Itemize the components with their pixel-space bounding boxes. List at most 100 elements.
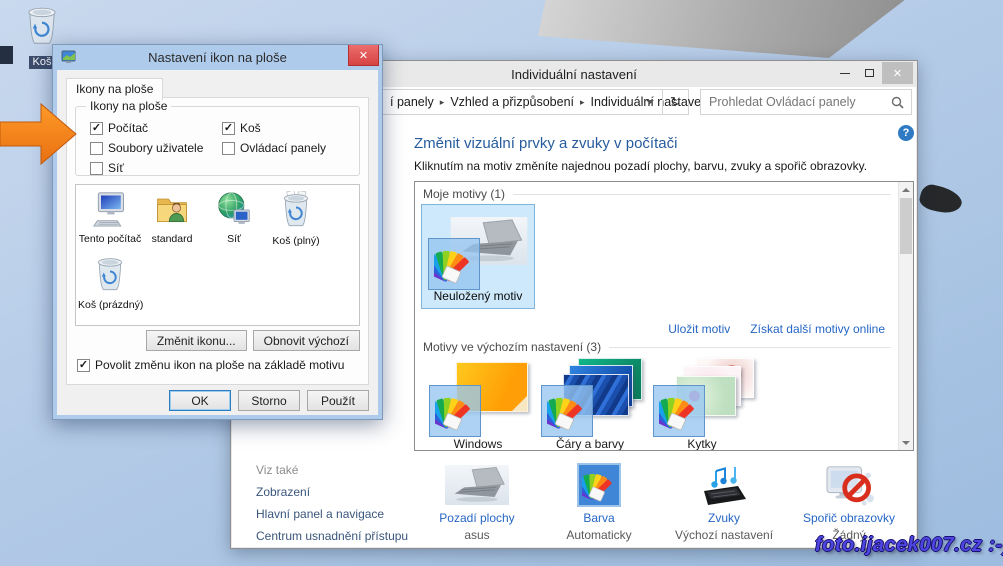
screensaver-label: Spořič obrazovky xyxy=(787,511,911,525)
tab-page: Ikony na ploše ✓ Počítač ✓ Koš Soubory u… xyxy=(66,97,369,385)
network-icon xyxy=(216,191,252,227)
breadcrumb-dropdown-button[interactable] xyxy=(639,90,661,114)
checkbox-computer[interactable]: ✓ Počítač xyxy=(90,121,148,135)
desktop-icons-group: Ikony na ploše ✓ Počítač ✓ Koš Soubory u… xyxy=(75,106,360,176)
desktop-background-label: Pozadí plochy xyxy=(415,511,539,525)
icon-item-bin-empty[interactable]: Koš (prázdný) xyxy=(78,255,142,311)
desktop-icon-settings-dialog: Nastavení ikon na ploše ✕ Ikony na ploše… xyxy=(52,44,383,420)
desktop-background-item[interactable]: Pozadí plochy asus xyxy=(415,461,539,542)
checkbox-user-files[interactable]: Soubory uživatele xyxy=(90,141,203,155)
icon-preview-list: Tento počítač standard Síť Koš (plný) xyxy=(75,184,360,326)
checkbox-mark: ✓ xyxy=(90,122,103,135)
theme-fan-icon xyxy=(429,385,481,437)
chevron-down-icon xyxy=(646,100,654,104)
screensaver-icon xyxy=(823,463,875,507)
breadcrumb-item-appearance[interactable]: Vzhled a přizpůsobení xyxy=(450,95,574,109)
close-button[interactable]: ✕ xyxy=(882,62,913,84)
color-item[interactable]: Barva Automaticky xyxy=(537,461,661,542)
checkbox-allow-theme-icons[interactable]: ✓ Povolit změnu ikon na ploše na základě… xyxy=(77,358,344,372)
desktop: Koš Individuální nastavení ✕ í panely ▸ … xyxy=(0,0,1003,566)
sidebar-link-taskbar[interactable]: Hlavní panel a navigace xyxy=(256,507,384,521)
checkbox-mark xyxy=(90,162,103,175)
page-subtitle: Kliknutím na motiv změníte najednou poza… xyxy=(414,159,867,173)
scroll-up-icon[interactable] xyxy=(899,182,913,197)
theme-tile-flowers[interactable]: Kytky xyxy=(646,356,758,450)
dialog-close-button[interactable]: ✕ xyxy=(348,45,379,66)
theme-tile-unsaved[interactable]: Neuložený motiv xyxy=(421,204,535,309)
recycle-bin-full-icon xyxy=(279,191,313,229)
default-themes-header: Motivy ve výchozím nastavení (3) xyxy=(423,340,891,354)
user-folder-icon xyxy=(154,191,190,227)
sounds-value: Výchozí nastavení xyxy=(662,528,786,542)
scrollbar[interactable] xyxy=(898,182,913,450)
color-icon xyxy=(577,463,621,507)
search-icon[interactable] xyxy=(891,96,904,109)
tab-desktop-icons[interactable]: Ikony na ploše xyxy=(66,78,163,100)
icon-item-bin-full[interactable]: Koš (plný) xyxy=(264,191,328,247)
scroll-down-icon[interactable] xyxy=(899,435,913,450)
apply-button[interactable]: Použít xyxy=(307,390,369,411)
theme-tile-label: Windows xyxy=(422,437,534,451)
desktop-background-icon xyxy=(445,464,509,506)
desktop-background-value: asus xyxy=(415,528,539,542)
dialog-title: Nastavení ikon na ploše xyxy=(53,50,382,65)
screensaver-item[interactable]: Spořič obrazovky Žádný xyxy=(787,461,911,542)
sidebar-link-ease-of-access[interactable]: Centrum usnadnění přístupu xyxy=(256,529,408,543)
scrollbar-thumb[interactable] xyxy=(900,198,912,254)
wallpaper-laptop-lid xyxy=(538,0,916,58)
refresh-button[interactable]: ↻ xyxy=(662,90,688,114)
color-value: Automaticky xyxy=(537,528,661,542)
sidebar-link-display[interactable]: Zobrazení xyxy=(256,485,310,499)
watermark: foto.ijacek007.cz :-) xyxy=(815,534,1003,557)
breadcrumb-item-control-panel[interactable]: í panely xyxy=(390,95,434,109)
recycle-bin-icon xyxy=(23,4,61,47)
color-label: Barva xyxy=(537,511,661,525)
group-label: Ikony na ploše xyxy=(86,99,171,113)
theme-tile-label: Kytky xyxy=(646,437,758,451)
sounds-label: Zvuky xyxy=(662,511,786,525)
dialog-content: Ikony na ploše Ikony na ploše ✓ Počítač … xyxy=(57,70,378,415)
see-also-header: Viz také xyxy=(256,463,298,477)
breadcrumb-separator-icon: ▸ xyxy=(580,97,585,108)
checkbox-recycle-bin[interactable]: ✓ Koš xyxy=(222,121,261,135)
change-icon-button[interactable]: Změnit ikonu... xyxy=(146,330,247,351)
help-icon[interactable]: ? xyxy=(898,125,914,141)
theme-tile-label: Neuložený motiv xyxy=(422,289,534,303)
my-themes-header: Moje motivy (1) xyxy=(423,187,891,201)
cancel-button[interactable]: Storno xyxy=(238,390,300,411)
checkbox-mark xyxy=(90,142,103,155)
dialog-titlebar[interactable]: Nastavení ikon na ploše xyxy=(53,45,382,70)
checkbox-mark: ✓ xyxy=(222,122,235,135)
theme-tile-lines-colors[interactable]: Čáry a barvy xyxy=(534,356,646,450)
ok-button[interactable]: OK xyxy=(169,390,231,411)
display-settings-icon xyxy=(61,50,76,64)
theme-fan-icon xyxy=(653,385,705,437)
icon-item-user-folder[interactable]: standard xyxy=(140,191,204,245)
restore-default-button[interactable]: Obnovit výchozí xyxy=(253,330,360,351)
page-title: Změnit vizuální prvky a zvuky v počítači xyxy=(414,135,677,152)
search-input[interactable] xyxy=(701,90,911,114)
get-more-themes-link[interactable]: Získat další motivy online xyxy=(750,322,885,336)
minimize-button[interactable] xyxy=(832,63,857,83)
sounds-icon xyxy=(698,463,750,507)
checkbox-network[interactable]: Síť xyxy=(90,161,124,175)
search-box xyxy=(700,89,912,115)
theme-browser: Moje motivy (1) Neuložený motiv Uložit m… xyxy=(414,181,914,451)
theme-tile-windows[interactable]: Windows xyxy=(422,356,534,450)
maximize-button[interactable] xyxy=(857,63,882,83)
sounds-item[interactable]: Zvuky Výchozí nastavení xyxy=(662,461,786,542)
icon-item-computer[interactable]: Tento počítač xyxy=(78,191,142,245)
recycle-bin-empty-icon xyxy=(93,255,127,293)
theme-tile-label: Čáry a barvy xyxy=(534,437,646,451)
theme-fan-icon xyxy=(541,385,593,437)
checkbox-control-panel[interactable]: Ovládací panely xyxy=(222,141,326,155)
checkbox-mark: ✓ xyxy=(77,359,90,372)
checkbox-mark xyxy=(222,142,235,155)
theme-fan-icon xyxy=(428,238,480,290)
icon-item-network[interactable]: Síť xyxy=(202,191,266,245)
computer-icon xyxy=(92,191,128,227)
save-theme-link[interactable]: Uložit motiv xyxy=(668,322,730,336)
annotation-arrow-icon xyxy=(0,102,78,166)
wallpaper-laptop-hinge xyxy=(918,182,965,216)
breadcrumb-separator-icon: ▸ xyxy=(440,97,445,108)
